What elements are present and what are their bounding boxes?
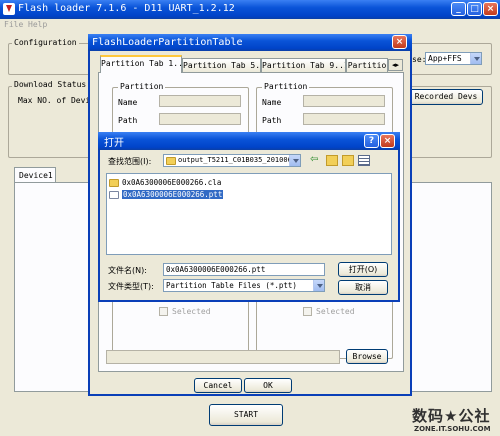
app-icon	[3, 3, 15, 15]
help-icon[interactable]: ?	[364, 134, 379, 148]
tab-partition-9-12[interactable]: Partition Tab 9..12	[261, 58, 346, 72]
tab-scroll-arrows[interactable]: ◂▸	[388, 59, 403, 71]
file-list[interactable]: 0x0A6300006E000266.cla 0x0A6300006E00026…	[106, 173, 392, 255]
chevron-down-icon[interactable]	[470, 53, 481, 64]
file-name-selected: 0x0A6300006E000266.ptt	[122, 190, 224, 199]
path-field-2[interactable]	[303, 113, 385, 125]
filename-input[interactable]: 0x0A6300006E000266.ptt	[163, 263, 325, 276]
path-label-2: Path	[262, 116, 282, 125]
folder-icon	[109, 179, 119, 187]
partition-dialog-title-bar[interactable]: FlashLoaderPartitionTable ×	[88, 34, 412, 51]
name-field-1[interactable]	[159, 95, 241, 107]
configuration-label: Configuration	[12, 38, 79, 47]
close-icon[interactable]: ×	[380, 134, 395, 148]
cancel-button[interactable]: Cancel	[194, 378, 242, 393]
watermark-brand: 数码★公社	[412, 407, 491, 425]
recorded-devs-button[interactable]: Recorded Devs	[409, 89, 483, 105]
filetype-select[interactable]: Partition Table Files (*.ptt)	[163, 279, 325, 292]
filetype-label: 文件类型(T):	[108, 282, 154, 291]
look-in-value: output_T5211_C01B035_201006:	[178, 156, 297, 164]
selected-label-3: Selected	[172, 307, 211, 316]
chevron-down-icon[interactable]	[313, 280, 324, 291]
close-icon[interactable]: ×	[392, 35, 407, 49]
look-in-select[interactable]: output_T5211_C01B035_201006:	[163, 154, 301, 167]
menu-help[interactable]: Help	[28, 20, 47, 29]
selected-label-4: Selected	[316, 307, 355, 316]
tab-device1[interactable]: Device1	[14, 167, 56, 183]
download-status-label: Download Status	[12, 80, 89, 89]
maximize-icon[interactable]: □	[467, 2, 482, 16]
open-button[interactable]: 打开(O)	[338, 262, 388, 277]
name-label-1: Name	[118, 98, 138, 107]
view-menu-icon[interactable]	[358, 155, 370, 166]
selected-checkbox-3[interactable]	[159, 307, 168, 316]
start-button[interactable]: START	[209, 404, 283, 426]
partition-group-2-label: Partition	[262, 82, 310, 91]
ok-button[interactable]: OK	[244, 378, 292, 393]
filename-label: 文件名(N):	[108, 266, 147, 275]
menu-bar: File Help	[0, 19, 500, 32]
main-window-title: Flash loader 7.1.6 - D11 UART_1.2.12	[18, 3, 235, 14]
filetype-value: Partition Table Files (*.ptt)	[166, 281, 297, 290]
tab-partition-1-4[interactable]: Partition Tab 1..4	[100, 55, 182, 73]
file-name: 0x0A6300006E000266.cla	[122, 178, 222, 187]
browse-button[interactable]: Browse	[346, 349, 388, 364]
close-icon[interactable]: ×	[483, 2, 498, 16]
main-title-bar[interactable]: Flash loader 7.1.6 - D11 UART_1.2.12 _ □…	[0, 0, 500, 19]
selected-checkbox-4[interactable]	[303, 307, 312, 316]
watermark-url: ZONE.IT.SOHU.COM	[414, 425, 491, 433]
partition-dialog-title: FlashLoaderPartitionTable	[92, 37, 243, 48]
chevron-down-icon[interactable]	[289, 155, 300, 166]
cancel-open-button[interactable]: 取消	[338, 280, 388, 295]
browse-path-field[interactable]	[106, 350, 340, 364]
device-tab-label: Device1	[19, 171, 53, 180]
mode-value: App+FFS	[428, 54, 462, 63]
mode-select[interactable]: App+FFS	[425, 52, 482, 65]
path-field-1[interactable]	[159, 113, 241, 125]
open-dialog-title-bar[interactable]: 打开 ? ×	[98, 132, 400, 150]
open-file-dialog: 打开 ? × 查找范围(I): output_T5211_C01B035_201…	[98, 132, 400, 302]
document-icon	[109, 191, 119, 199]
partition-group-1-label: Partition	[118, 82, 166, 91]
name-label-2: Name	[262, 98, 282, 107]
minimize-icon[interactable]: _	[451, 2, 466, 16]
up-folder-icon[interactable]	[326, 155, 338, 166]
look-in-label: 查找范围(I):	[108, 157, 152, 166]
tab-partition-5-8[interactable]: Partition Tab 5..8	[182, 58, 261, 72]
menu-file[interactable]: File	[4, 20, 23, 29]
name-field-2[interactable]	[303, 95, 385, 107]
folder-icon	[166, 157, 176, 165]
tab-partition-more[interactable]: Partitio	[346, 58, 388, 72]
open-dialog-title: 打开	[104, 138, 124, 149]
back-icon[interactable]: ⇦	[310, 155, 322, 166]
new-folder-icon[interactable]	[342, 155, 354, 166]
path-label-1: Path	[118, 116, 138, 125]
